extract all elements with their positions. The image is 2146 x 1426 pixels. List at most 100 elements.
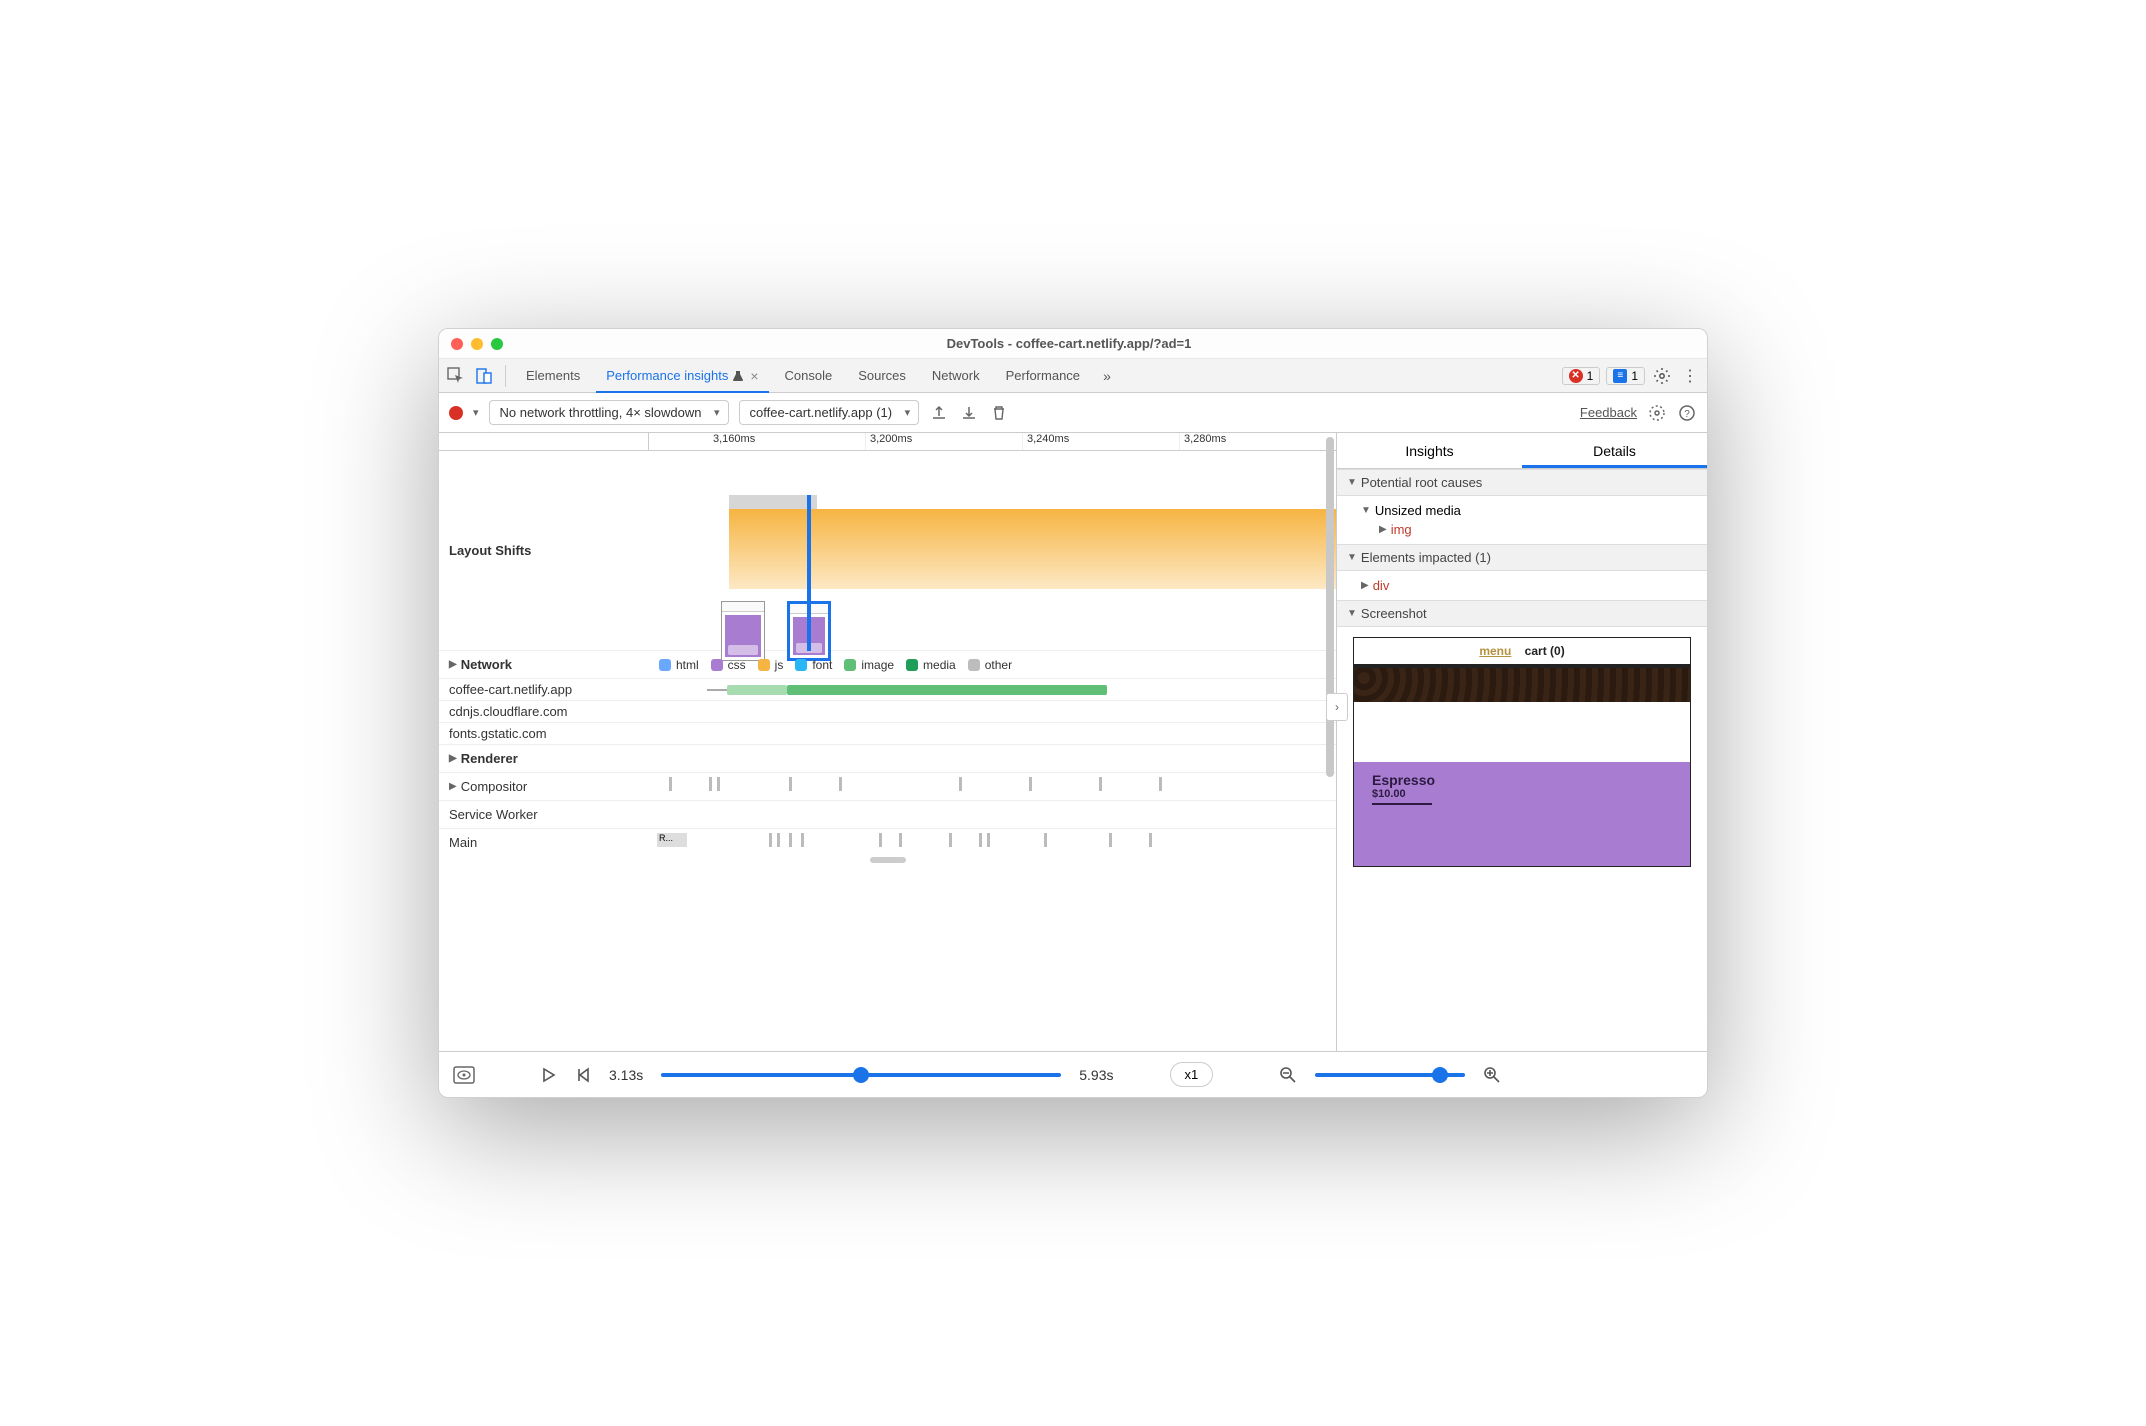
compositor-row: ▶Compositor bbox=[439, 773, 1336, 801]
settings-icon[interactable] bbox=[1651, 365, 1673, 387]
close-tab-icon[interactable]: × bbox=[750, 368, 758, 384]
network-host: coffee-cart.netlify.app bbox=[439, 679, 649, 700]
record-button[interactable] bbox=[449, 406, 463, 420]
messages-badge[interactable]: ≡ 1 bbox=[1606, 367, 1645, 385]
unsized-media-item[interactable]: ▼ Unsized media bbox=[1361, 501, 1697, 520]
titlebar: DevTools - coffee-cart.netlify.app/?ad=1 bbox=[439, 329, 1707, 359]
ruler-tick: 3,200ms bbox=[866, 433, 1023, 450]
preview-toggle-icon[interactable] bbox=[453, 1066, 475, 1084]
record-dropdown-icon[interactable]: ▾ bbox=[473, 406, 479, 419]
network-section-header: ▶ Network html css js font image media o… bbox=[439, 651, 1336, 679]
expand-icon: ▶ bbox=[449, 781, 457, 792]
layout-shifts-label: Layout Shifts bbox=[439, 451, 649, 650]
legend-font: font bbox=[812, 658, 832, 672]
network-label[interactable]: ▶ Network bbox=[439, 651, 649, 678]
renderer-section-header[interactable]: ▶ Renderer bbox=[439, 745, 1336, 773]
tab-elements[interactable]: Elements bbox=[516, 359, 590, 393]
expand-icon: ▶ bbox=[1379, 524, 1387, 535]
network-host-row: fonts.gstatic.com bbox=[439, 723, 1336, 745]
close-window-button[interactable] bbox=[451, 338, 463, 350]
screenshot-header[interactable]: ▼ Screenshot bbox=[1337, 600, 1707, 627]
export-icon[interactable] bbox=[929, 403, 949, 423]
throttle-select[interactable]: No network throttling, 4× slowdown bbox=[489, 400, 729, 425]
main-thread-row: Main R... bbox=[439, 829, 1336, 856]
tab-network[interactable]: Network bbox=[922, 359, 990, 393]
network-host: fonts.gstatic.com bbox=[439, 723, 649, 744]
maximize-window-button[interactable] bbox=[491, 338, 503, 350]
details-pane: › Insights Details ▼ Potential root caus… bbox=[1337, 433, 1707, 1051]
play-icon[interactable] bbox=[541, 1067, 557, 1083]
more-tabs-icon[interactable]: » bbox=[1096, 365, 1118, 387]
errors-badge[interactable]: ✕ 1 bbox=[1562, 367, 1601, 385]
zoom-out-icon[interactable] bbox=[1279, 1066, 1297, 1084]
expand-icon: ▶ bbox=[449, 753, 457, 764]
time-marker[interactable] bbox=[807, 495, 811, 651]
error-icon: ✕ bbox=[1569, 369, 1583, 383]
legend-media: media bbox=[923, 658, 956, 672]
legend-js: js bbox=[775, 658, 784, 672]
legend-other: other bbox=[985, 658, 1012, 672]
time-end: 5.93s bbox=[1079, 1067, 1113, 1083]
main-block[interactable]: R... bbox=[657, 833, 687, 847]
messages-count: 1 bbox=[1631, 369, 1638, 383]
skip-back-icon[interactable] bbox=[575, 1067, 591, 1083]
collapse-icon: ▼ bbox=[1347, 608, 1357, 619]
import-icon[interactable] bbox=[959, 403, 979, 423]
preview-hero-image bbox=[1354, 668, 1690, 702]
legend-html: html bbox=[676, 658, 699, 672]
network-host: cdnjs.cloudflare.com bbox=[439, 701, 649, 722]
pane-collapse-icon[interactable]: › bbox=[1326, 693, 1348, 721]
feedback-link[interactable]: Feedback bbox=[1580, 405, 1637, 420]
delete-icon[interactable] bbox=[989, 403, 1009, 423]
network-host-row: cdnjs.cloudflare.com bbox=[439, 701, 1336, 723]
collapse-icon: ▼ bbox=[1361, 505, 1371, 516]
zoom-in-icon[interactable] bbox=[1483, 1066, 1501, 1084]
devtools-window: DevTools - coffee-cart.netlify.app/?ad=1… bbox=[438, 328, 1708, 1098]
img-element-item[interactable]: ▶ img bbox=[1361, 520, 1697, 539]
time-ruler: 3,160ms 3,200ms 3,240ms 3,280ms bbox=[439, 433, 1336, 451]
preview-cart: cart (0) bbox=[1525, 644, 1565, 658]
time-start: 3.13s bbox=[609, 1067, 643, 1083]
ruler-tick: 3,160ms bbox=[709, 433, 866, 450]
minimize-window-button[interactable] bbox=[471, 338, 483, 350]
device-toolbar-icon[interactable] bbox=[473, 365, 495, 387]
collapse-icon: ▼ bbox=[1347, 552, 1357, 563]
kebab-menu-icon[interactable]: ⋮ bbox=[1679, 365, 1701, 387]
inspect-element-icon[interactable] bbox=[445, 365, 467, 387]
ruler-tick: 3,280ms bbox=[1180, 433, 1336, 450]
experiment-icon bbox=[732, 370, 744, 382]
zoom-level[interactable]: x1 bbox=[1170, 1062, 1214, 1087]
help-icon[interactable]: ? bbox=[1677, 403, 1697, 423]
tab-performance-insights[interactable]: Performance insights × bbox=[596, 359, 768, 393]
svg-text:?: ? bbox=[1684, 409, 1690, 420]
message-icon: ≡ bbox=[1613, 369, 1627, 383]
time-range-slider[interactable] bbox=[661, 1073, 1061, 1077]
main-area: 3,160ms 3,200ms 3,240ms 3,280ms Layout S… bbox=[439, 433, 1707, 1051]
tab-performance[interactable]: Performance bbox=[996, 359, 1090, 393]
tab-console[interactable]: Console bbox=[775, 359, 843, 393]
legend-css: css bbox=[728, 658, 746, 672]
elements-impacted-header[interactable]: ▼ Elements impacted (1) bbox=[1337, 544, 1707, 571]
tab-sources[interactable]: Sources bbox=[848, 359, 916, 393]
collapse-icon: ▼ bbox=[1347, 477, 1357, 488]
preview-product-price: $10.00 bbox=[1372, 788, 1672, 800]
div-element-item[interactable]: ▶ div bbox=[1361, 576, 1697, 595]
devtools-tabbar: Elements Performance insights × Console … bbox=[439, 359, 1707, 393]
tab-label: Performance insights bbox=[606, 368, 728, 383]
zoom-slider[interactable] bbox=[1315, 1073, 1465, 1077]
ruler-tick: 3,240ms bbox=[1023, 433, 1180, 450]
detail-tabs: Insights Details bbox=[1337, 433, 1707, 469]
layout-shifts-track[interactable] bbox=[649, 451, 1336, 650]
screenshot-preview: menu cart (0) Espresso $10.00 bbox=[1353, 637, 1691, 867]
preview-product-name: Espresso bbox=[1372, 772, 1672, 788]
tab-details[interactable]: Details bbox=[1522, 433, 1707, 468]
layout-shifts-row: Layout Shifts bbox=[439, 451, 1336, 651]
horizontal-scrollbar[interactable] bbox=[439, 856, 1336, 864]
vertical-scrollbar[interactable] bbox=[1326, 433, 1334, 783]
tab-insights[interactable]: Insights bbox=[1337, 433, 1522, 468]
network-host-row: coffee-cart.netlify.app bbox=[439, 679, 1336, 701]
toolbar-settings-icon[interactable] bbox=[1647, 403, 1667, 423]
root-causes-header[interactable]: ▼ Potential root causes bbox=[1337, 469, 1707, 496]
target-select[interactable]: coffee-cart.netlify.app (1) bbox=[739, 400, 920, 425]
performance-toolbar: ▾ No network throttling, 4× slowdown cof… bbox=[439, 393, 1707, 433]
